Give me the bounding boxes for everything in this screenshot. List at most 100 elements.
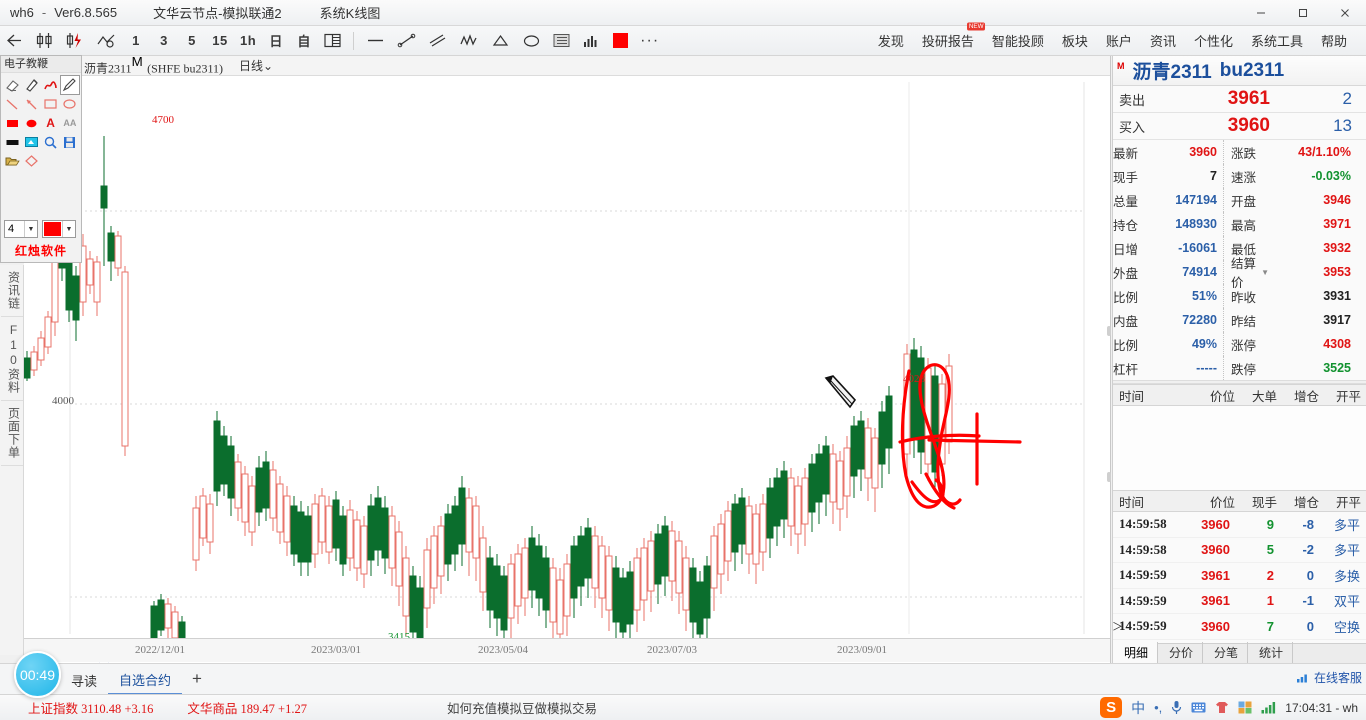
scribble-icon[interactable]: [42, 76, 60, 94]
countdown-timer-value: 00:49: [19, 666, 56, 683]
screen-capture-icon[interactable]: [22, 133, 40, 151]
fill-ellipse-icon[interactable]: [22, 114, 40, 132]
eraser-icon[interactable]: [3, 76, 21, 94]
sidebar-item-page-order[interactable]: 页面下单: [0, 401, 23, 466]
line-icon[interactable]: [3, 95, 21, 113]
menu-item-account[interactable]: 账户: [1097, 27, 1141, 54]
period-3-button[interactable]: 3: [151, 28, 177, 54]
back-arrow-icon[interactable]: [1, 28, 28, 54]
system-clock[interactable]: 17:04:31 - wh: [1285, 701, 1358, 715]
pencil-icon[interactable]: [59, 75, 81, 95]
menu-item-robo-advisor[interactable]: 智能投顾: [983, 27, 1053, 54]
lightning-chart-icon[interactable]: [61, 28, 90, 54]
pen-color-dropdown[interactable]: ▼: [42, 220, 76, 238]
period-day-button[interactable]: 日: [263, 28, 289, 54]
close-button[interactable]: [1324, 0, 1366, 26]
candlestick-icon[interactable]: [30, 28, 59, 54]
fill-rect-icon[interactable]: [3, 114, 21, 132]
keyboard-icon[interactable]: [1191, 702, 1206, 713]
toolbox-icon[interactable]: [1238, 701, 1252, 714]
highlighter-icon[interactable]: [22, 76, 40, 94]
horizontal-line-icon[interactable]: [361, 28, 390, 54]
menu-item-news[interactable]: 资讯: [1141, 27, 1185, 54]
field-label-settlement[interactable]: 结算价 ▼: [1223, 257, 1269, 290]
tab-statistics[interactable]: 统计: [1248, 642, 1294, 663]
sidebar-item-news-chain[interactable]: 资讯链: [0, 265, 23, 317]
sidebar-item-f10-data[interactable]: F10资料: [0, 317, 23, 401]
color-swatch-button[interactable]: [607, 28, 633, 54]
menu-item-personalize[interactable]: 个性化: [1185, 27, 1242, 54]
triangle-icon[interactable]: [486, 28, 515, 54]
table-row[interactable]: 14:59:58 3960 5 -2 多平: [1113, 538, 1366, 563]
text-note-icon[interactable]: [548, 28, 575, 54]
volume-indicator-icon[interactable]: [577, 28, 605, 54]
index-change: +3.16: [124, 702, 154, 716]
period-1-button[interactable]: 1: [123, 28, 149, 54]
diamond-icon[interactable]: [22, 152, 40, 170]
ellipse-icon[interactable]: [61, 95, 79, 113]
minimize-button[interactable]: [1240, 0, 1282, 26]
tick-oi-change: -1: [1302, 593, 1314, 609]
table-row[interactable]: 14:59:58 3960 9 -8 多平: [1113, 512, 1366, 538]
index-change: +1.27: [278, 702, 307, 716]
tab-ticks[interactable]: 分笔: [1203, 642, 1249, 663]
period-custom-button[interactable]: 自: [291, 28, 317, 54]
table-row[interactable]: 14:59:59 3961 2 0 多换: [1113, 563, 1366, 589]
tick-table-body[interactable]: 14:59:58 3960 9 -8 多平 14:59:58 3960 5 -2…: [1112, 512, 1366, 640]
main-menu: 发现 投研报告 NEW 智能投顾 板块 账户 资讯 个性化 系统工具 帮助: [869, 22, 1366, 54]
maximize-button[interactable]: [1282, 0, 1324, 26]
multi-pane-layout-icon[interactable]: [319, 28, 346, 54]
punctuation-icon[interactable]: •,: [1154, 700, 1162, 715]
tick-price: 3960: [1201, 618, 1230, 634]
add-tab-button[interactable]: +: [182, 669, 212, 689]
field-label: 速涨: [1223, 164, 1269, 188]
menu-item-discover[interactable]: 发现: [869, 27, 913, 54]
menu-label: 个性化: [1193, 34, 1233, 49]
save-icon[interactable]: [61, 133, 79, 151]
column-header-openinterest: 增仓: [1293, 389, 1319, 404]
menu-item-help[interactable]: 帮助: [1312, 27, 1356, 54]
chinese-input-icon[interactable]: 中: [1131, 698, 1145, 718]
more-tools-button[interactable]: ···: [635, 28, 664, 54]
tab-price-ladder[interactable]: 分价: [1158, 642, 1204, 663]
period-5-button[interactable]: 5: [179, 28, 205, 54]
sogou-icon[interactable]: S: [1100, 697, 1123, 718]
period-15-button[interactable]: 15: [207, 28, 233, 54]
promo-message[interactable]: 如何充值模拟豆做模拟交易: [447, 698, 597, 717]
tab-watchlist[interactable]: 自选合约: [108, 666, 183, 695]
column-header-bigorder: 大单: [1251, 389, 1277, 404]
field-value: -----: [1196, 361, 1217, 375]
open-folder-icon[interactable]: [3, 152, 21, 170]
menu-item-sectors[interactable]: 板块: [1053, 27, 1097, 54]
table-row[interactable]: 14:59:59 3961 1 -1 双平: [1113, 589, 1366, 614]
table-row[interactable]: ＞ 14:59:59 3960 7 0 空换: [1112, 614, 1366, 640]
text-A-icon[interactable]: A: [42, 114, 60, 132]
signal-icon[interactable]: [1261, 701, 1276, 714]
annotation-tool-panel[interactable]: 电子教鞭 A AA 4 ▼ ▼ 红烛软件: [0, 55, 82, 263]
ellipse-icon[interactable]: [517, 28, 546, 54]
trend-line-icon[interactable]: [392, 28, 421, 54]
column-header-price: 价位: [1209, 495, 1235, 510]
online-service-button[interactable]: 在线客服: [1296, 666, 1362, 688]
countdown-timer-badge[interactable]: 00:49: [14, 651, 61, 698]
line-chart-icon[interactable]: [92, 28, 121, 54]
zigzag-wave-icon[interactable]: [454, 28, 484, 54]
text-AA-icon[interactable]: AA: [61, 114, 79, 132]
menu-item-research[interactable]: 投研报告 NEW: [913, 22, 985, 54]
parallel-channel-icon[interactable]: [423, 28, 452, 54]
bigorder-table-body[interactable]: [1113, 406, 1366, 490]
magnifier-icon[interactable]: [42, 133, 60, 151]
pen-size-dropdown[interactable]: 4 ▼: [4, 220, 38, 238]
rectangle-icon[interactable]: [42, 95, 60, 113]
menu-item-system-tools[interactable]: 系统工具: [1242, 27, 1312, 54]
chart-canvas[interactable]: 4700 4028 3370 3415 3408 3403 4000 202天 …: [24, 76, 1111, 664]
tab-browse[interactable]: 寻读: [60, 667, 108, 694]
tab-detail[interactable]: 明细: [1113, 642, 1159, 663]
skin-icon[interactable]: [1215, 701, 1229, 714]
period-1h-button[interactable]: 1h: [235, 28, 261, 54]
microphone-icon[interactable]: [1171, 700, 1182, 715]
price-marker-high-4028: 4028: [903, 373, 925, 385]
arrow-icon[interactable]: [22, 95, 40, 113]
black-bar-icon[interactable]: [3, 133, 21, 151]
chart-period-selector[interactable]: 日线⌄: [239, 57, 273, 74]
